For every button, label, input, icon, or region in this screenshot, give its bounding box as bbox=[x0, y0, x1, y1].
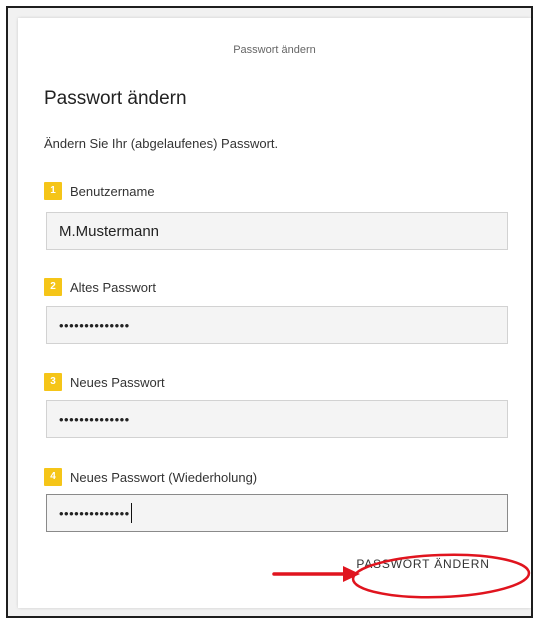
old-password-input[interactable]: •••••••••••••• bbox=[46, 306, 508, 344]
new-password-value: •••••••••••••• bbox=[59, 411, 130, 427]
change-password-button[interactable]: PASSWORT ÄNDERN bbox=[343, 550, 503, 576]
new-password-label-text: Neues Passwort bbox=[70, 374, 165, 390]
username-label-text: Benutzername bbox=[70, 183, 155, 199]
new-password-label: 3 Neues Passwort bbox=[44, 373, 165, 391]
username-input[interactable]: M.Mustermann bbox=[46, 212, 508, 250]
repeat-password-input[interactable]: •••••••••••••• bbox=[46, 494, 508, 532]
password-change-card: Passwort ändern Passwort ändern Ändern S… bbox=[18, 18, 531, 608]
step-badge-2: 2 bbox=[44, 278, 62, 296]
repeat-password-label-text: Neues Passwort (Wiederholung) bbox=[70, 469, 258, 485]
old-password-label: 2 Altes Passwort bbox=[44, 278, 156, 296]
new-password-input[interactable]: •••••••••••••• bbox=[46, 400, 508, 438]
username-value: M.Mustermann bbox=[59, 222, 160, 240]
card-header-title: Passwort ändern bbox=[233, 44, 316, 56]
repeat-password-label: 4 Neues Passwort (Wiederholung) bbox=[44, 468, 257, 486]
step-badge-1: 1 bbox=[44, 182, 62, 200]
step-badge-4: 4 bbox=[44, 468, 62, 486]
username-label: 1 Benutzername bbox=[44, 182, 155, 200]
step-badge-3: 3 bbox=[44, 373, 62, 391]
repeat-password-value: •••••••••••••• bbox=[59, 505, 130, 521]
text-cursor bbox=[130, 503, 132, 523]
page-title: Passwort ändern bbox=[44, 88, 187, 109]
old-password-label-text: Altes Passwort bbox=[70, 279, 156, 295]
form-description: Ändern Sie Ihr (abgelaufenes) Passwort. bbox=[44, 136, 279, 151]
old-password-value: •••••••••••••• bbox=[59, 317, 130, 333]
